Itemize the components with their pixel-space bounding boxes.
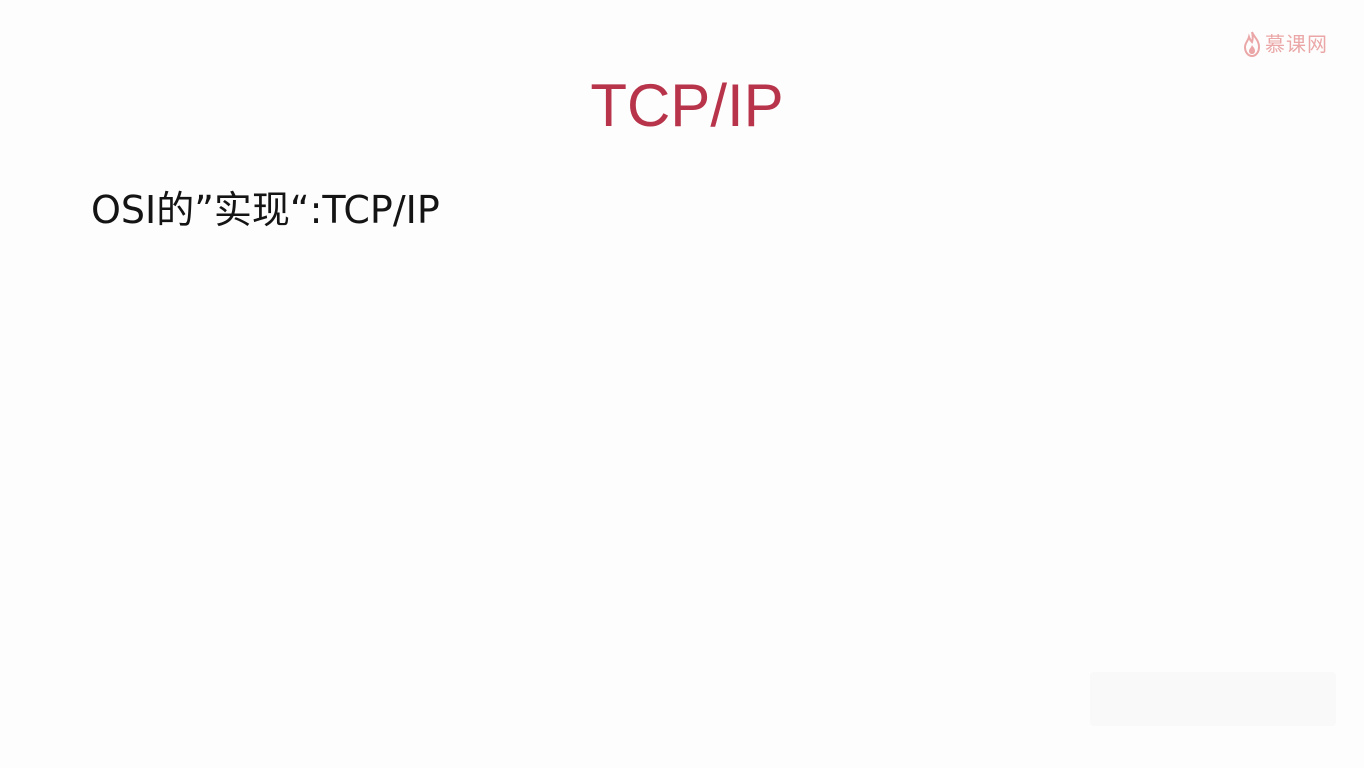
slide-title: TCP/IP xyxy=(590,72,784,139)
slide-bullet: OSI的”实现“:TCP/IP xyxy=(91,188,440,232)
flame-icon xyxy=(1243,31,1261,57)
brand-logo: 慕课网 xyxy=(1243,30,1328,58)
brand-name: 慕课网 xyxy=(1265,32,1328,56)
slide: 慕课网 TCP/IP OSI的”实现“:TCP/IP xyxy=(0,0,1364,768)
watermark-area xyxy=(1090,672,1336,726)
